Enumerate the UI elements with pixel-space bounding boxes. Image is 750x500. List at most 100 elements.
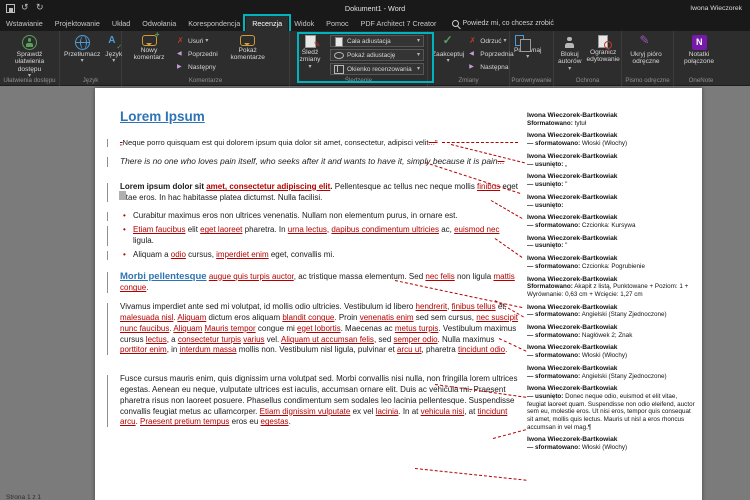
translate-button[interactable]: Przetłumacz ▾ <box>63 34 101 65</box>
previous-change-icon <box>468 49 478 59</box>
chevron-down-icon: ▾ <box>526 54 529 60</box>
paragraph[interactable]: •Curabitur maximus eros non ultrices ven… <box>120 211 518 222</box>
reject-button[interactable]: Odrzuć ▾ <box>468 35 513 47</box>
tab-widok[interactable]: Widok <box>288 16 320 31</box>
accept-button[interactable]: Zaakceptuj ▾ <box>431 34 465 65</box>
account-name[interactable]: Iwona Wieczorek <box>690 5 742 12</box>
group-label: Porównywanie <box>510 77 553 86</box>
revision-entry[interactable]: Iwona Wieczorek-Bartkowiak— sformatowano… <box>527 255 697 270</box>
revision-entry[interactable]: Iwona Wieczorek-BartkowiakSformatowano: … <box>527 112 697 127</box>
paragraph[interactable]: •Etiam faucibus elit eget laoreet pharet… <box>120 225 518 247</box>
new-comment-button[interactable]: Nowy komentarz <box>125 34 173 63</box>
display-for-review-dropdown[interactable]: Cała adiustacja ▾ <box>330 35 424 47</box>
revision-entry[interactable]: Iwona Wieczorek-Bartkowiak— sformatowano… <box>527 436 697 451</box>
next-comment-button[interactable]: Następny <box>176 61 218 73</box>
revision-description: — sformatowano: Czcionka: Kursywa <box>527 222 697 230</box>
language-button[interactable]: Język ▾ <box>104 34 123 65</box>
revision-description: — sformatowano: Włoski (Włochy) <box>527 140 697 148</box>
accessibility-icon <box>22 35 37 50</box>
revision-author: Iwona Wieczorek-Bartkowiak <box>527 132 697 140</box>
revision-description: — usunięto: <box>527 202 697 210</box>
revision-author: Iwona Wieczorek-Bartkowiak <box>527 385 697 393</box>
track-changes-button[interactable]: Śledź zmiany ▾ <box>293 34 327 71</box>
revision-author: Iwona Wieczorek-Bartkowiak <box>527 365 697 373</box>
revision-entry[interactable]: Iwona Wieczorek-Bartkowiak— usunięto: " <box>527 235 697 250</box>
revision-description: — sformatowano: Włoski (Włochy) <box>527 444 697 452</box>
revision-entry[interactable]: Iwona Wieczorek-Bartkowiak— usunięto: " <box>527 173 697 188</box>
button-label: Odrzuć <box>480 38 501 45</box>
previous-comment-button[interactable]: Poprzedni <box>176 48 218 60</box>
block-authors-icon <box>562 35 577 50</box>
hide-ink-button[interactable]: Ukryj pióro odręczne <box>625 34 667 67</box>
next-change-button[interactable]: Następna <box>468 61 513 73</box>
tab-recenzja[interactable]: Recenzja <box>246 16 288 31</box>
restrict-editing-button[interactable]: Ogranicz edytowanie <box>585 34 620 65</box>
tab-pdf-architect[interactable]: PDF Architect 7 Creator <box>355 16 443 31</box>
linked-notes-button[interactable]: Notatki połączone <box>677 34 721 67</box>
revision-entry[interactable]: Iwona Wieczorek-Bartkowiak— sformatowano… <box>527 214 697 229</box>
revision-entry[interactable]: Iwona Wieczorek-Bartkowiak— sformatowano… <box>527 132 697 147</box>
revision-entry[interactable]: Iwona Wieczorek-Bartkowiak— usunięto: <box>527 194 697 209</box>
previous-change-button[interactable]: Poprzednia <box>468 48 513 60</box>
chevron-down-icon: ▾ <box>417 66 420 72</box>
button-label: Pokaż komentarze <box>222 47 274 62</box>
tab-uklad[interactable]: Układ <box>106 16 136 31</box>
chevron-down-icon: ▾ <box>504 38 507 44</box>
button-label: Następna <box>480 64 508 71</box>
group-accessibility: Sprawdź ułatwienia dostępu ▾ Ułatwienia … <box>0 31 60 86</box>
revision-entry[interactable]: Iwona Wieczorek-BartkowiakSformatowano: … <box>527 276 697 299</box>
paragraph[interactable]: Vivamus imperdiet ante sed mi volutpat, … <box>120 302 518 356</box>
revision-description: Sformatowano: Akapit z listą, Punktowane… <box>527 283 697 298</box>
check-accessibility-button[interactable]: Sprawdź ułatwienia dostępu ▾ <box>3 34 56 80</box>
tab-odwolania[interactable]: Odwołania <box>136 16 182 31</box>
paragraph[interactable]: •Aliquam a odio cursus, imperdiet enim e… <box>120 250 518 261</box>
translate-icon <box>75 35 90 50</box>
revision-description: — sformatowano: Czcionka: Pogrubienie <box>527 263 697 271</box>
group-changes: Zaakceptuj ▾ Odrzuć ▾ Poprzednia <box>428 31 510 86</box>
bullet-marker: • <box>123 225 126 236</box>
word-window: Dokument1 - Word Iwona Wieczorek Wstawia… <box>0 0 750 500</box>
paragraph[interactable]: Morbi pellentesque augue quis turpis auc… <box>120 271 518 295</box>
paragraph[interactable]: There is no one who loves pain itself, w… <box>120 156 518 167</box>
tab-pomoc[interactable]: Pomoc <box>320 16 354 31</box>
ribbon: Sprawdź ułatwienia dostępu ▾ Ułatwienia … <box>0 31 750 86</box>
reviewing-pane-dropdown[interactable]: Okienko recenzowania ▾ <box>330 63 424 75</box>
compare-button[interactable]: Porównaj ▾ <box>513 34 543 61</box>
accept-icon <box>441 35 456 50</box>
paragraph[interactable]: Lorem Ipsum <box>120 108 518 126</box>
revision-description: — usunięto: " <box>527 242 697 250</box>
show-markup-dropdown[interactable]: Pokaż adiustację ▾ <box>330 49 424 61</box>
button-label: Poprzedni <box>188 51 218 58</box>
block-authors-button[interactable]: Blokuj autorów ▾ <box>557 34 582 73</box>
button-label: Poprzednia <box>480 51 513 58</box>
revision-pane: Iwona Wieczorek-BartkowiakSformatowano: … <box>527 112 697 457</box>
show-comments-button[interactable]: Pokaż komentarze <box>221 34 275 63</box>
revision-author: Iwona Wieczorek-Bartkowiak <box>527 276 697 284</box>
revision-entry[interactable]: Iwona Wieczorek-Bartkowiak— sformatowano… <box>527 365 697 380</box>
revision-author: Iwona Wieczorek-Bartkowiak <box>527 344 697 352</box>
revision-entry[interactable]: Iwona Wieczorek-Bartkowiak— usunięto: Do… <box>527 385 697 431</box>
document-page[interactable]: Lorem Ipsum „Neque porro quisquam est qui… <box>95 88 702 500</box>
group-language: Przetłumacz ▾ Język ▾ Język <box>60 31 122 86</box>
status-page-info[interactable]: Strona 1 z 1 <box>6 494 41 500</box>
paragraph[interactable]: Fusce cursus mauris enim, quis dignissim… <box>120 374 518 428</box>
button-label: Śledź zmiany <box>294 49 326 64</box>
button-label: Następny <box>188 64 216 71</box>
revision-entry[interactable]: Iwona Wieczorek-Bartkowiak— sformatowano… <box>527 344 697 359</box>
bullet-marker: • <box>123 211 126 222</box>
revision-entry[interactable]: Iwona Wieczorek-Bartkowiak— sformatowano… <box>527 324 697 339</box>
tab-projektowanie[interactable]: Projektowanie <box>49 16 106 31</box>
paragraph[interactable]: „Neque porro quisquam est qui dolorem ip… <box>120 138 518 148</box>
delete-comment-button[interactable]: Usuń ▾ <box>176 35 218 47</box>
group-compare: Porównaj ▾ Porównywanie <box>510 31 554 86</box>
tab-wstawianie[interactable]: Wstawianie <box>0 16 49 31</box>
tell-me-search[interactable]: Powiedz mi, co chcesz zrobić <box>452 16 553 31</box>
group-tracking: Śledź zmiany ▾ Cała adiustacja ▾ Pokaż a… <box>290 31 428 86</box>
revision-entry[interactable]: Iwona Wieczorek-Bartkowiak— usunięto: „ <box>527 153 697 168</box>
button-label: Blokuj autorów <box>558 51 581 66</box>
paragraph[interactable]: Lorem ipsum dolor sit amet, consectetur … <box>120 182 518 204</box>
revision-entry[interactable]: Iwona Wieczorek-Bartkowiak— sformatowano… <box>527 304 697 319</box>
tab-korespondencja[interactable]: Korespondencja <box>182 16 246 31</box>
dropdown-value: Pokaż adiustację <box>347 52 395 59</box>
button-label: Ogranicz edytowanie <box>586 49 619 64</box>
